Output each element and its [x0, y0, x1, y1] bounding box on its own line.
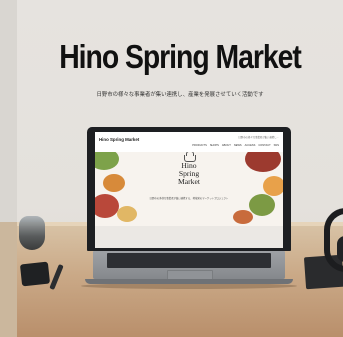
glass-decor	[19, 216, 45, 250]
site-utility-text: 日野市の様々な事業者が集い連携し…	[238, 136, 279, 139]
produce-decor	[233, 210, 253, 224]
site-logo[interactable]: Hino Spring Market	[99, 137, 139, 142]
smartphone-decor	[19, 261, 51, 287]
laptop-screen: Hino Spring Market 日野市の様々な事業者が集い連携し… PRO…	[95, 132, 283, 248]
page-title: Hino Spring Market	[59, 38, 302, 75]
nav-item-contact[interactable]: CONTACT	[258, 144, 270, 147]
nav-item-news[interactable]: NEWS	[234, 144, 242, 147]
laptop-keyboard	[107, 253, 271, 268]
nav-item-sns[interactable]: SNS	[274, 144, 279, 147]
hero-title-line: Market	[178, 177, 200, 186]
site-header: Hino Spring Market 日野市の様々な事業者が集い連携し… PRO…	[95, 132, 283, 152]
produce-decor	[245, 152, 281, 172]
site-lower-section	[95, 226, 283, 248]
left-image-edge	[0, 0, 17, 337]
hero-photo: Hino Spring Market 日野市の様々な事業者が集い連携し、産業を発…	[17, 0, 343, 337]
hero-title: Hino Spring Market	[155, 162, 223, 186]
produce-decor	[117, 206, 137, 222]
laptop-base	[85, 279, 293, 284]
headphones-earcup	[337, 236, 343, 262]
left-table-sliver	[0, 222, 17, 337]
produce-decor	[249, 194, 275, 216]
nav-item-about[interactable]: ABOUT	[222, 144, 231, 147]
produce-decor	[263, 176, 283, 196]
page-tagline: 日野市の様々な事業者が集い連携し、産業を発展させていく活動です	[96, 92, 264, 98]
nav-item-access[interactable]: ACCESS	[245, 144, 256, 147]
site-nav: PRODUCTS SHOPS ABOUT NEWS ACCESS CONTACT…	[192, 144, 279, 147]
nav-item-shops[interactable]: SHOPS	[210, 144, 219, 147]
hero-caption: 日野市の多様な事業者が集い連携する、地域発のマーケットプロジェクト	[149, 197, 229, 200]
produce-decor	[95, 194, 119, 218]
left-wall-sliver	[0, 0, 17, 222]
site-hero: Hino Spring Market 日野市の多様な事業者が集い連携する、地域発…	[95, 152, 283, 226]
nav-item-products[interactable]: PRODUCTS	[192, 144, 207, 147]
produce-decor	[95, 152, 119, 170]
produce-decor	[103, 174, 125, 192]
